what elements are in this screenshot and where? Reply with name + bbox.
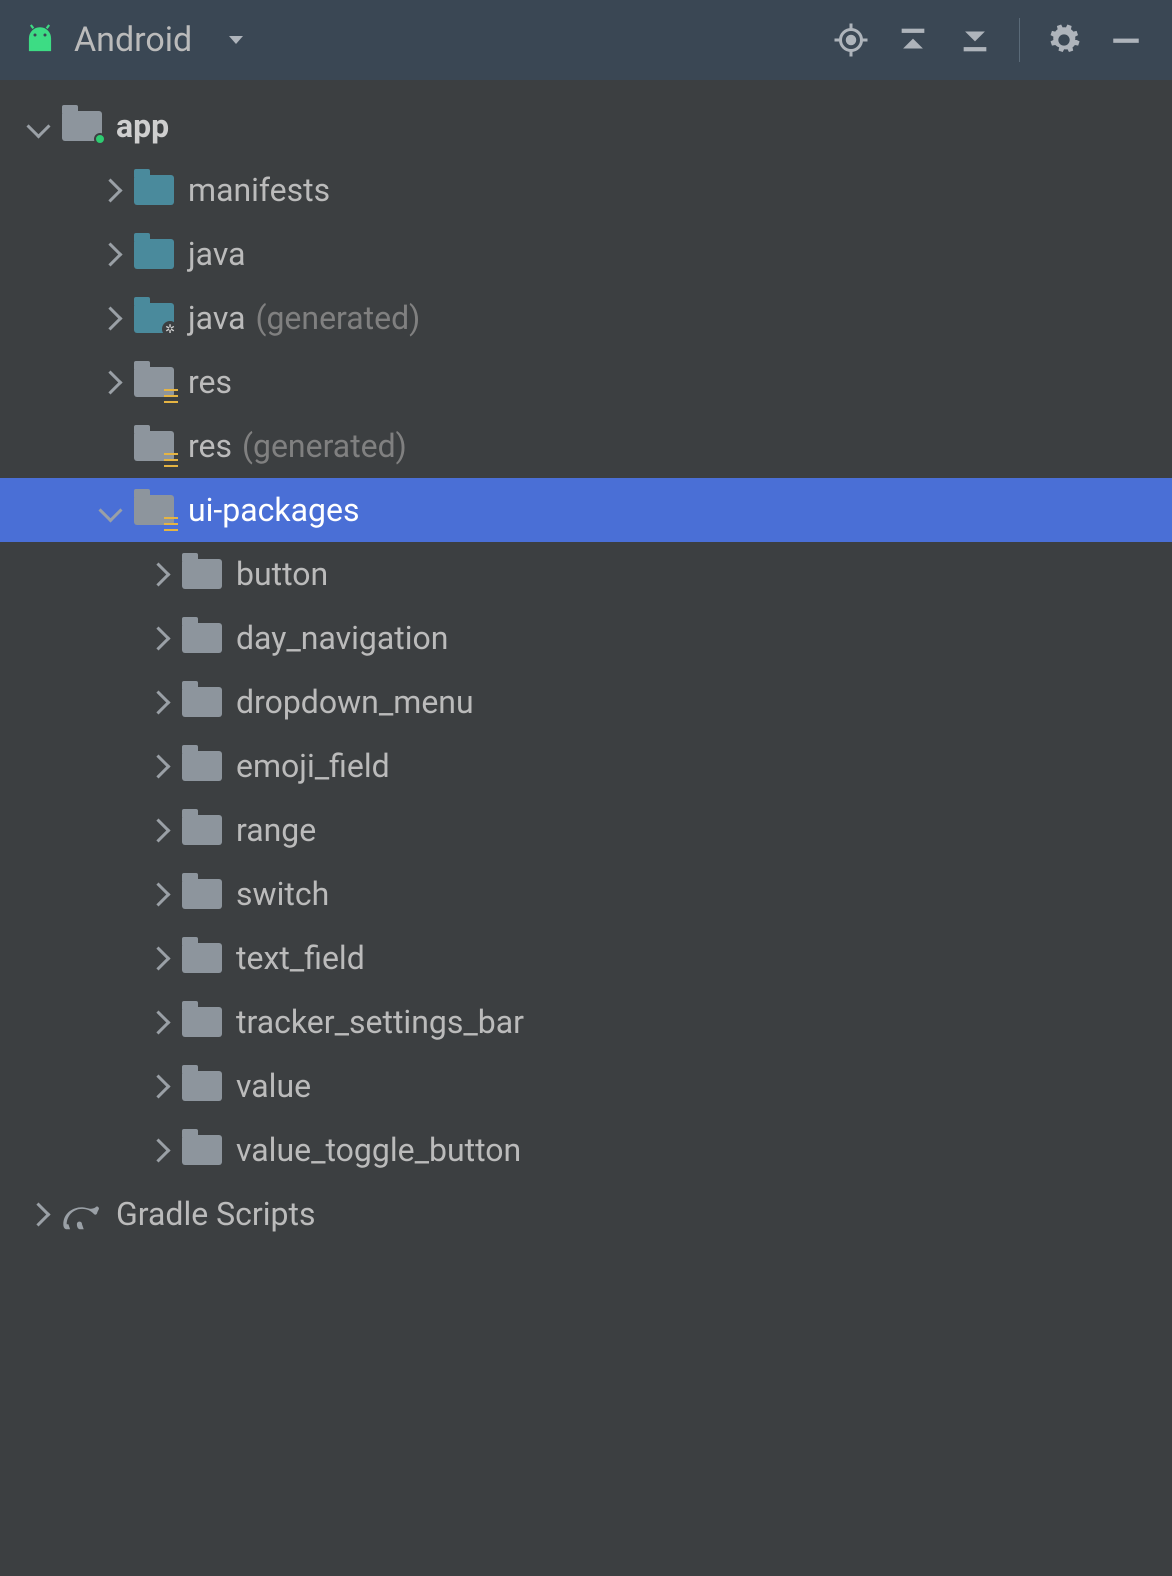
tree-item-gradle-scripts[interactable]: Gradle Scripts [0, 1182, 1172, 1246]
tree-label: text_field [236, 939, 365, 977]
tree-label: java [188, 235, 246, 273]
toolbar-divider [1019, 18, 1020, 62]
project-tree: app manifests java ✲ java (generated) re… [0, 80, 1172, 1246]
chevron-right-icon[interactable] [138, 1130, 178, 1170]
tree-item-switch[interactable]: switch [0, 862, 1172, 926]
folder-icon [130, 166, 178, 214]
tree-label: app [116, 107, 169, 145]
tree-item-res[interactable]: res [0, 350, 1172, 414]
folder-icon [178, 1062, 226, 1110]
tree-label: res [188, 363, 232, 401]
tree-item-ui-packages[interactable]: ui-packages [0, 478, 1172, 542]
expand-all-icon[interactable] [887, 14, 939, 66]
tree-item-button[interactable]: button [0, 542, 1172, 606]
chevron-right-icon[interactable] [138, 746, 178, 786]
tree-item-dropdown-menu[interactable]: dropdown_menu [0, 670, 1172, 734]
resource-folder-icon [130, 358, 178, 406]
chevron-right-icon[interactable] [138, 618, 178, 658]
folder-icon [178, 742, 226, 790]
gradle-icon [58, 1190, 106, 1238]
view-selector[interactable]: Android [20, 20, 248, 60]
tree-label: day_navigation [236, 619, 448, 657]
folder-icon [178, 870, 226, 918]
tree-item-range[interactable]: range [0, 798, 1172, 862]
collapse-all-icon[interactable] [949, 14, 1001, 66]
project-toolbar: Android [0, 0, 1172, 80]
folder-icon [178, 934, 226, 982]
chevron-right-icon[interactable] [138, 682, 178, 722]
view-title: Android [74, 20, 192, 60]
resource-folder-icon [130, 422, 178, 470]
generated-folder-icon: ✲ [130, 294, 178, 342]
tree-label: switch [236, 875, 329, 913]
chevron-right-icon[interactable] [90, 234, 130, 274]
chevron-right-icon[interactable] [138, 554, 178, 594]
tree-item-value-toggle-button[interactable]: value_toggle_button [0, 1118, 1172, 1182]
chevron-down-icon[interactable] [90, 490, 130, 530]
tree-suffix: (generated) [242, 427, 407, 465]
tree-label: dropdown_menu [236, 683, 474, 721]
tree-item-res-generated[interactable]: res (generated) [0, 414, 1172, 478]
folder-icon [130, 230, 178, 278]
tree-label: emoji_field [236, 747, 390, 785]
folder-icon [178, 1126, 226, 1174]
chevron-right-icon[interactable] [138, 1002, 178, 1042]
dropdown-icon[interactable] [224, 28, 248, 52]
tree-item-java[interactable]: java [0, 222, 1172, 286]
tree-item-emoji-field[interactable]: emoji_field [0, 734, 1172, 798]
chevron-right-icon[interactable] [18, 1194, 58, 1234]
tree-label: range [236, 811, 316, 849]
android-icon [20, 20, 60, 60]
chevron-right-icon[interactable] [90, 170, 130, 210]
tree-item-app[interactable]: app [0, 94, 1172, 158]
tree-label: value_toggle_button [236, 1131, 521, 1169]
tree-item-java-generated[interactable]: ✲ java (generated) [0, 286, 1172, 350]
folder-icon [178, 678, 226, 726]
chevron-right-icon[interactable] [90, 298, 130, 338]
tree-item-manifests[interactable]: manifests [0, 158, 1172, 222]
tree-label: Gradle Scripts [116, 1195, 315, 1233]
tree-label: manifests [188, 171, 330, 209]
chevron-right-icon[interactable] [138, 874, 178, 914]
gear-icon[interactable] [1038, 14, 1090, 66]
chevron-down-icon[interactable] [18, 106, 58, 146]
folder-icon [178, 806, 226, 854]
chevron-right-icon[interactable] [138, 810, 178, 850]
folder-icon [178, 614, 226, 662]
hide-icon[interactable] [1100, 14, 1152, 66]
tree-label: res [188, 427, 232, 465]
locate-target-icon[interactable] [825, 14, 877, 66]
chevron-right-icon[interactable] [90, 362, 130, 402]
tree-suffix: (generated) [256, 299, 421, 337]
folder-icon [178, 998, 226, 1046]
tree-label: tracker_settings_bar [236, 1003, 524, 1041]
tree-item-text-field[interactable]: text_field [0, 926, 1172, 990]
spacer [90, 426, 130, 466]
folder-icon [178, 550, 226, 598]
tree-label: value [236, 1067, 311, 1105]
tree-item-day-navigation[interactable]: day_navigation [0, 606, 1172, 670]
tree-label: java [188, 299, 246, 337]
chevron-right-icon[interactable] [138, 938, 178, 978]
chevron-right-icon[interactable] [138, 1066, 178, 1106]
tree-label: ui-packages [188, 491, 359, 529]
resource-folder-icon [130, 486, 178, 534]
tree-item-tracker-settings-bar[interactable]: tracker_settings_bar [0, 990, 1172, 1054]
tree-item-value[interactable]: value [0, 1054, 1172, 1118]
module-folder-icon [58, 102, 106, 150]
tree-label: button [236, 555, 328, 593]
